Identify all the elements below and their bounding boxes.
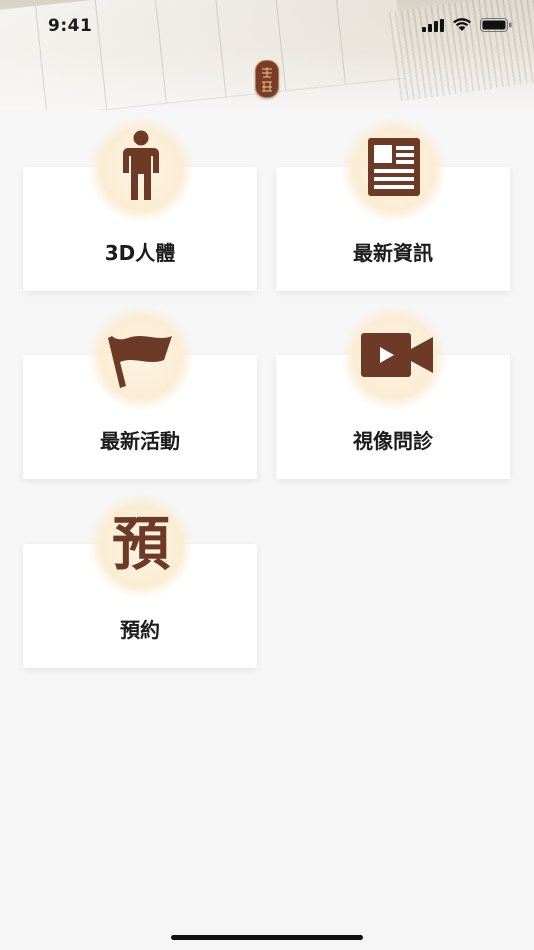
tile-label: 最新資訊 [353,241,433,265]
video-camera-icon [361,333,433,377]
tile-label: 最新活動 [100,429,180,453]
home-indicator[interactable] [171,935,363,940]
newspaper-icon [368,138,420,196]
wifi-icon [453,18,471,31]
logo-seal [255,60,279,98]
header-banner: 9:41 [0,0,534,110]
battery-icon [480,18,512,32]
status-icons [422,18,512,32]
tile-label: 3D人體 [104,241,176,265]
flag-icon [108,336,172,388]
status-time: 9:41 [48,16,93,36]
human-figure-icon [123,130,159,200]
header-book-decoration [388,0,534,102]
cellular-signal-icon [422,18,444,32]
yu-character-icon: 預 [111,510,170,578]
tile-label: 視像問診 [353,429,433,453]
tile-label: 預約 [120,618,160,642]
